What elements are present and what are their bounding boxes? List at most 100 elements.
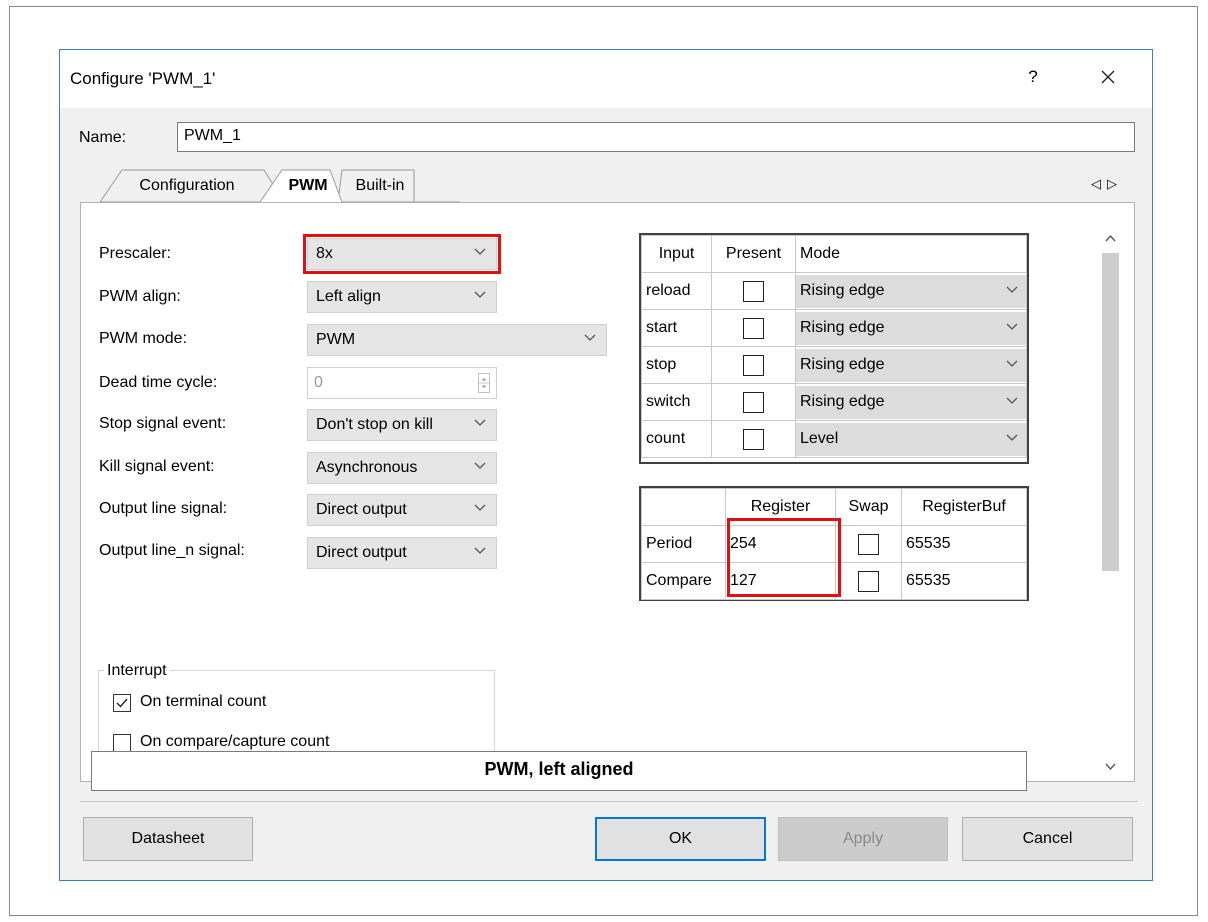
chevron-down-icon (1006, 323, 1018, 330)
tab-scroll-arrows[interactable]: ◁▷ (1091, 176, 1123, 192)
dialog-title: Configure 'PWM_1' (70, 69, 216, 88)
checkmark-icon (116, 698, 128, 708)
present-cell (711, 383, 796, 421)
tab-scroll-right-icon[interactable]: ▷ (1107, 176, 1123, 191)
chevron-down-icon (1006, 434, 1018, 441)
status-description: PWM, left aligned (91, 751, 1027, 791)
configure-dialog: Configure 'PWM_1' ? Name: PWM_1 Configur… (59, 49, 1153, 881)
chevron-down-icon (474, 419, 486, 426)
prescaler-label: Prescaler: (99, 245, 172, 262)
input-name: start (641, 309, 712, 347)
chevron-down-icon (1006, 397, 1018, 404)
register-row-name: Period (641, 525, 726, 563)
chevron-down-icon (584, 334, 596, 341)
register-highlight (727, 518, 841, 597)
swap-checkbox[interactable] (858, 570, 879, 592)
name-label: Name: (79, 129, 127, 146)
scroll-up-icon[interactable] (1105, 234, 1116, 242)
compare-capture-checkbox[interactable] (113, 734, 131, 752)
present-checkbox[interactable] (743, 317, 764, 339)
mode-select[interactable]: Rising edge (796, 385, 1026, 419)
tab-built-in[interactable]: Built-in (345, 171, 415, 202)
pwm-mode-value: PWM (316, 331, 356, 348)
mode-value: Rising edge (800, 281, 885, 299)
stop-signal-label: Stop signal event: (99, 415, 227, 432)
pwm-tab-panel: Prescaler: PWM align: PWM mode: Dead tim… (80, 202, 1135, 782)
title-bar: Configure 'PWM_1' ? (60, 50, 1152, 108)
pwm-align-value: Left align (316, 288, 381, 305)
swap-cell (835, 525, 902, 563)
inputs-table: Input Present Mode reload Rising edge st… (639, 233, 1029, 464)
swap-cell (835, 562, 902, 600)
mode-select[interactable]: Rising edge (796, 311, 1026, 345)
registerbuf-value[interactable]: 65535 (901, 562, 1027, 600)
header-input: Input (641, 235, 712, 273)
mode-value: Level (800, 429, 839, 447)
pwm-mode-select[interactable]: PWM (307, 324, 607, 356)
table-row: reload Rising edge (641, 272, 1027, 310)
swap-checkbox[interactable] (858, 533, 879, 555)
mode-value: Rising edge (800, 355, 885, 373)
close-icon[interactable] (1096, 65, 1120, 89)
kill-signal-value: Asynchronous (316, 459, 418, 476)
chevron-down-icon (1006, 286, 1018, 293)
mode-select[interactable]: Level (796, 422, 1026, 456)
input-name: reload (641, 272, 712, 310)
chevron-down-icon (474, 462, 486, 469)
cancel-button[interactable]: Cancel (962, 817, 1133, 861)
mode-cell: Rising edge (795, 309, 1027, 347)
input-name: count (641, 420, 712, 458)
mode-value: Rising edge (800, 392, 885, 410)
mode-select[interactable]: Rising edge (796, 348, 1026, 382)
mode-select[interactable]: Rising edge (796, 274, 1026, 308)
mode-value: Rising edge (800, 318, 885, 336)
present-checkbox[interactable] (743, 391, 764, 413)
dead-time-spinner[interactable]: 0 (307, 367, 497, 399)
stop-signal-select[interactable]: Don't stop on kill (307, 409, 497, 441)
tab-pwm[interactable]: PWM (276, 171, 340, 202)
terminal-count-checkbox[interactable] (113, 694, 131, 712)
spin-arrows-icon (478, 373, 490, 393)
kill-signal-select[interactable]: Asynchronous (307, 452, 497, 484)
header-blank (641, 488, 726, 526)
header-mode: Mode (795, 235, 1027, 273)
apply-button[interactable]: Apply (778, 817, 948, 861)
present-checkbox[interactable] (743, 428, 764, 450)
output-line-n-label: Output line_n signal: (99, 542, 245, 559)
input-name: stop (641, 346, 712, 384)
present-checkbox[interactable] (743, 354, 764, 376)
input-name: switch (641, 383, 712, 421)
present-cell (711, 272, 796, 310)
dead-time-value: 0 (314, 374, 323, 391)
chevron-down-icon (1006, 360, 1018, 367)
registerbuf-value[interactable]: 65535 (901, 525, 1027, 563)
pwm-align-select[interactable]: Left align (307, 281, 497, 313)
chevron-down-icon (474, 291, 486, 298)
output-line-n-select[interactable]: Direct output (307, 537, 497, 569)
datasheet-button[interactable]: Datasheet (83, 817, 253, 861)
scroll-thumb[interactable] (1102, 253, 1119, 571)
compare-capture-label: On compare/capture count (140, 733, 330, 750)
help-button[interactable]: ? (1023, 67, 1043, 87)
chevron-down-icon (474, 547, 486, 554)
present-checkbox[interactable] (743, 280, 764, 302)
mode-cell: Rising edge (795, 383, 1027, 421)
mode-cell: Rising edge (795, 272, 1027, 310)
header-swap: Swap (835, 488, 902, 526)
output-line-select[interactable]: Direct output (307, 494, 497, 526)
panel-scrollbar[interactable] (1102, 210, 1119, 780)
output-line-n-value: Direct output (316, 544, 407, 561)
table-row: stop Rising edge (641, 346, 1027, 384)
ok-button[interactable]: OK (595, 817, 766, 861)
table-row: start Rising edge (641, 309, 1027, 347)
tab-configuration[interactable]: Configuration (122, 171, 252, 202)
tab-scroll-left-icon[interactable]: ◁ (1091, 176, 1107, 191)
separator (80, 801, 1138, 802)
present-cell (711, 420, 796, 458)
scroll-down-icon[interactable] (1105, 763, 1116, 771)
output-line-label: Output line signal: (99, 500, 228, 517)
inputs-header-row: Input Present Mode (641, 235, 1027, 273)
name-input[interactable]: PWM_1 (177, 122, 1135, 152)
register-row-name: Compare (641, 562, 726, 600)
output-line-value: Direct output (316, 501, 407, 518)
